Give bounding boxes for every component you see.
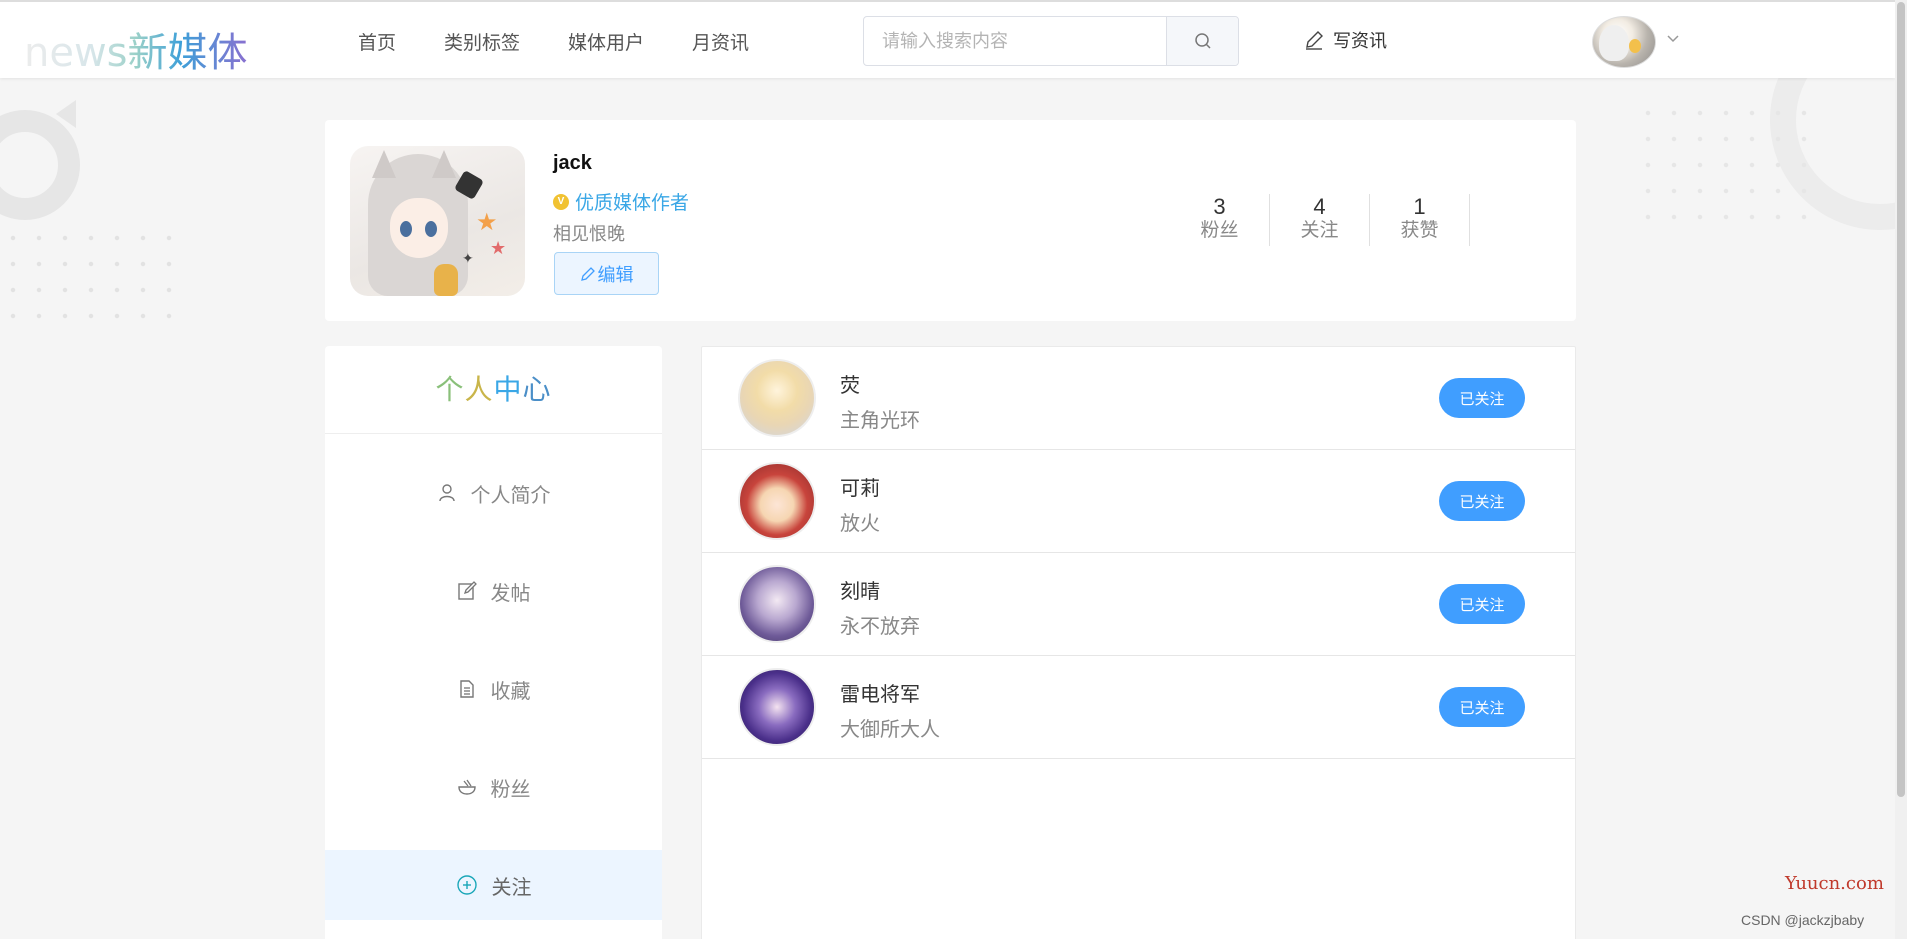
follow-desc: 放火 <box>840 513 880 535</box>
bg-decoration-triangle <box>56 100 76 128</box>
follow-avatar[interactable] <box>738 462 816 540</box>
search-icon <box>1194 33 1211 49</box>
followed-button[interactable]: 已关注 <box>1439 378 1525 418</box>
follow-name[interactable]: 雷电将军 <box>840 678 920 707</box>
search-button[interactable] <box>1166 17 1238 65</box>
followed-button[interactable]: 已关注 <box>1439 481 1525 521</box>
edit-label: 编辑 <box>597 264 634 285</box>
profile-name: jack <box>553 152 592 174</box>
follow-avatar[interactable] <box>738 668 816 746</box>
sidebar-item-following[interactable]: 关注 <box>325 850 662 920</box>
nav-item-home[interactable]: 首页 <box>358 28 396 55</box>
stat-following[interactable]: 4 关注 <box>1270 194 1370 246</box>
sidebar-title-char: 心 <box>522 374 552 405</box>
verified-label: 优质媒体作者 <box>575 193 690 214</box>
list-item: 荧 主角光环 已关注 <box>702 347 1575 450</box>
sidebar-item-label: 个人简介 <box>470 484 551 507</box>
sidebar-item-favorites[interactable]: 收藏 <box>325 640 662 738</box>
follow-desc: 主角光环 <box>840 410 920 432</box>
scrollbar[interactable] <box>1895 0 1907 939</box>
personal-center-sidebar: 个人中心 个人简介 发帖 收藏 粉丝 关注 <box>325 346 662 939</box>
search-input[interactable] <box>864 17 1166 65</box>
stat-fans-label: 粉丝 <box>1200 220 1239 241</box>
profile-card: ★ ★ ✦ jack V 优质媒体作者 相见恨晚 编辑 3 粉丝 4 关注 1 获赞 <box>325 120 1576 321</box>
nav-item-categories[interactable]: 类别标签 <box>444 28 520 55</box>
site-watermark: Yuucn.com <box>1785 873 1884 894</box>
site-logo[interactable]: news新媒体 <box>24 20 248 78</box>
csdn-watermark: CSDN @jackzjbaby <box>1741 912 1865 928</box>
sidebar-item-label: 发帖 <box>490 582 531 605</box>
following-list: 荧 主角光环 已关注 可莉 放火 已关注 刻晴 永不放弃 已关注 雷电将军 大御… <box>701 346 1576 939</box>
bowl-icon <box>457 779 476 795</box>
verified-author: V 优质媒体作者 <box>553 188 689 215</box>
sidebar-item-fans[interactable]: 粉丝 <box>325 738 662 836</box>
stat-likes-label: 获赞 <box>1400 220 1439 241</box>
search-box <box>863 16 1239 66</box>
scrollbar-thumb[interactable] <box>1897 2 1905 797</box>
profile-stats: 3 粉丝 4 关注 1 获赞 <box>1170 194 1470 246</box>
user-avatar[interactable] <box>1592 16 1656 68</box>
profile-motto: 相见恨晚 <box>553 224 625 244</box>
list-item: 可莉 放火 已关注 <box>702 450 1575 553</box>
follow-desc: 大御所大人 <box>840 719 940 741</box>
stat-fans-value: 3 <box>1213 194 1226 219</box>
main-nav: 首页 类别标签 媒体用户 月资讯 <box>358 28 797 55</box>
stat-likes-value: 1 <box>1413 194 1426 219</box>
edit-profile-button[interactable]: 编辑 <box>554 252 659 295</box>
follow-name[interactable]: 刻晴 <box>840 575 880 604</box>
bg-decoration-dots <box>0 225 190 335</box>
list-item: 雷电将军 大御所大人 已关注 <box>702 656 1575 759</box>
circle-plus-icon <box>456 875 477 895</box>
nav-item-media-users[interactable]: 媒体用户 <box>568 28 644 55</box>
stat-following-label: 关注 <box>1300 220 1339 241</box>
followed-button[interactable]: 已关注 <box>1439 687 1525 727</box>
sidebar-item-profile[interactable]: 个人简介 <box>325 444 662 542</box>
chevron-down-icon[interactable] <box>1666 32 1680 46</box>
pen-icon <box>580 266 595 281</box>
followed-button[interactable]: 已关注 <box>1439 584 1525 624</box>
sidebar-item-label: 关注 <box>491 876 532 899</box>
follow-name[interactable]: 可莉 <box>840 472 880 501</box>
write-news-button[interactable]: 写资讯 <box>1303 27 1387 53</box>
sidebar-title-char: 中 <box>493 374 523 405</box>
top-header: news新媒体 首页 类别标签 媒体用户 月资讯 写资讯 <box>0 0 1895 78</box>
bg-decoration-dots-right <box>1635 100 1825 240</box>
sidebar-title-char: 个 <box>435 374 465 405</box>
profile-avatar: ★ ★ ✦ <box>350 146 525 296</box>
follow-avatar[interactable] <box>738 359 816 437</box>
document-icon <box>459 680 474 698</box>
sidebar-item-label: 粉丝 <box>490 778 531 801</box>
stat-following-value: 4 <box>1313 194 1326 219</box>
write-news-label: 写资讯 <box>1333 31 1387 51</box>
stat-fans[interactable]: 3 粉丝 <box>1170 194 1270 246</box>
nav-item-monthly-news[interactable]: 月资讯 <box>692 28 749 55</box>
sidebar-item-label: 收藏 <box>490 680 531 703</box>
stat-likes[interactable]: 1 获赞 <box>1370 194 1470 246</box>
follow-avatar[interactable] <box>738 565 816 643</box>
sidebar-title-char: 人 <box>464 374 494 405</box>
edit-square-icon <box>457 581 477 600</box>
sidebar-title: 个人中心 <box>325 346 662 434</box>
pen-icon <box>1306 31 1323 50</box>
list-item: 刻晴 永不放弃 已关注 <box>702 553 1575 656</box>
sidebar-item-posts[interactable]: 发帖 <box>325 542 662 640</box>
follow-desc: 永不放弃 <box>840 616 920 638</box>
user-icon <box>438 484 455 502</box>
follow-name[interactable]: 荧 <box>840 369 860 398</box>
sidebar-menu: 个人简介 发帖 收藏 粉丝 关注 <box>325 434 662 920</box>
verified-badge-icon: V <box>553 193 569 210</box>
